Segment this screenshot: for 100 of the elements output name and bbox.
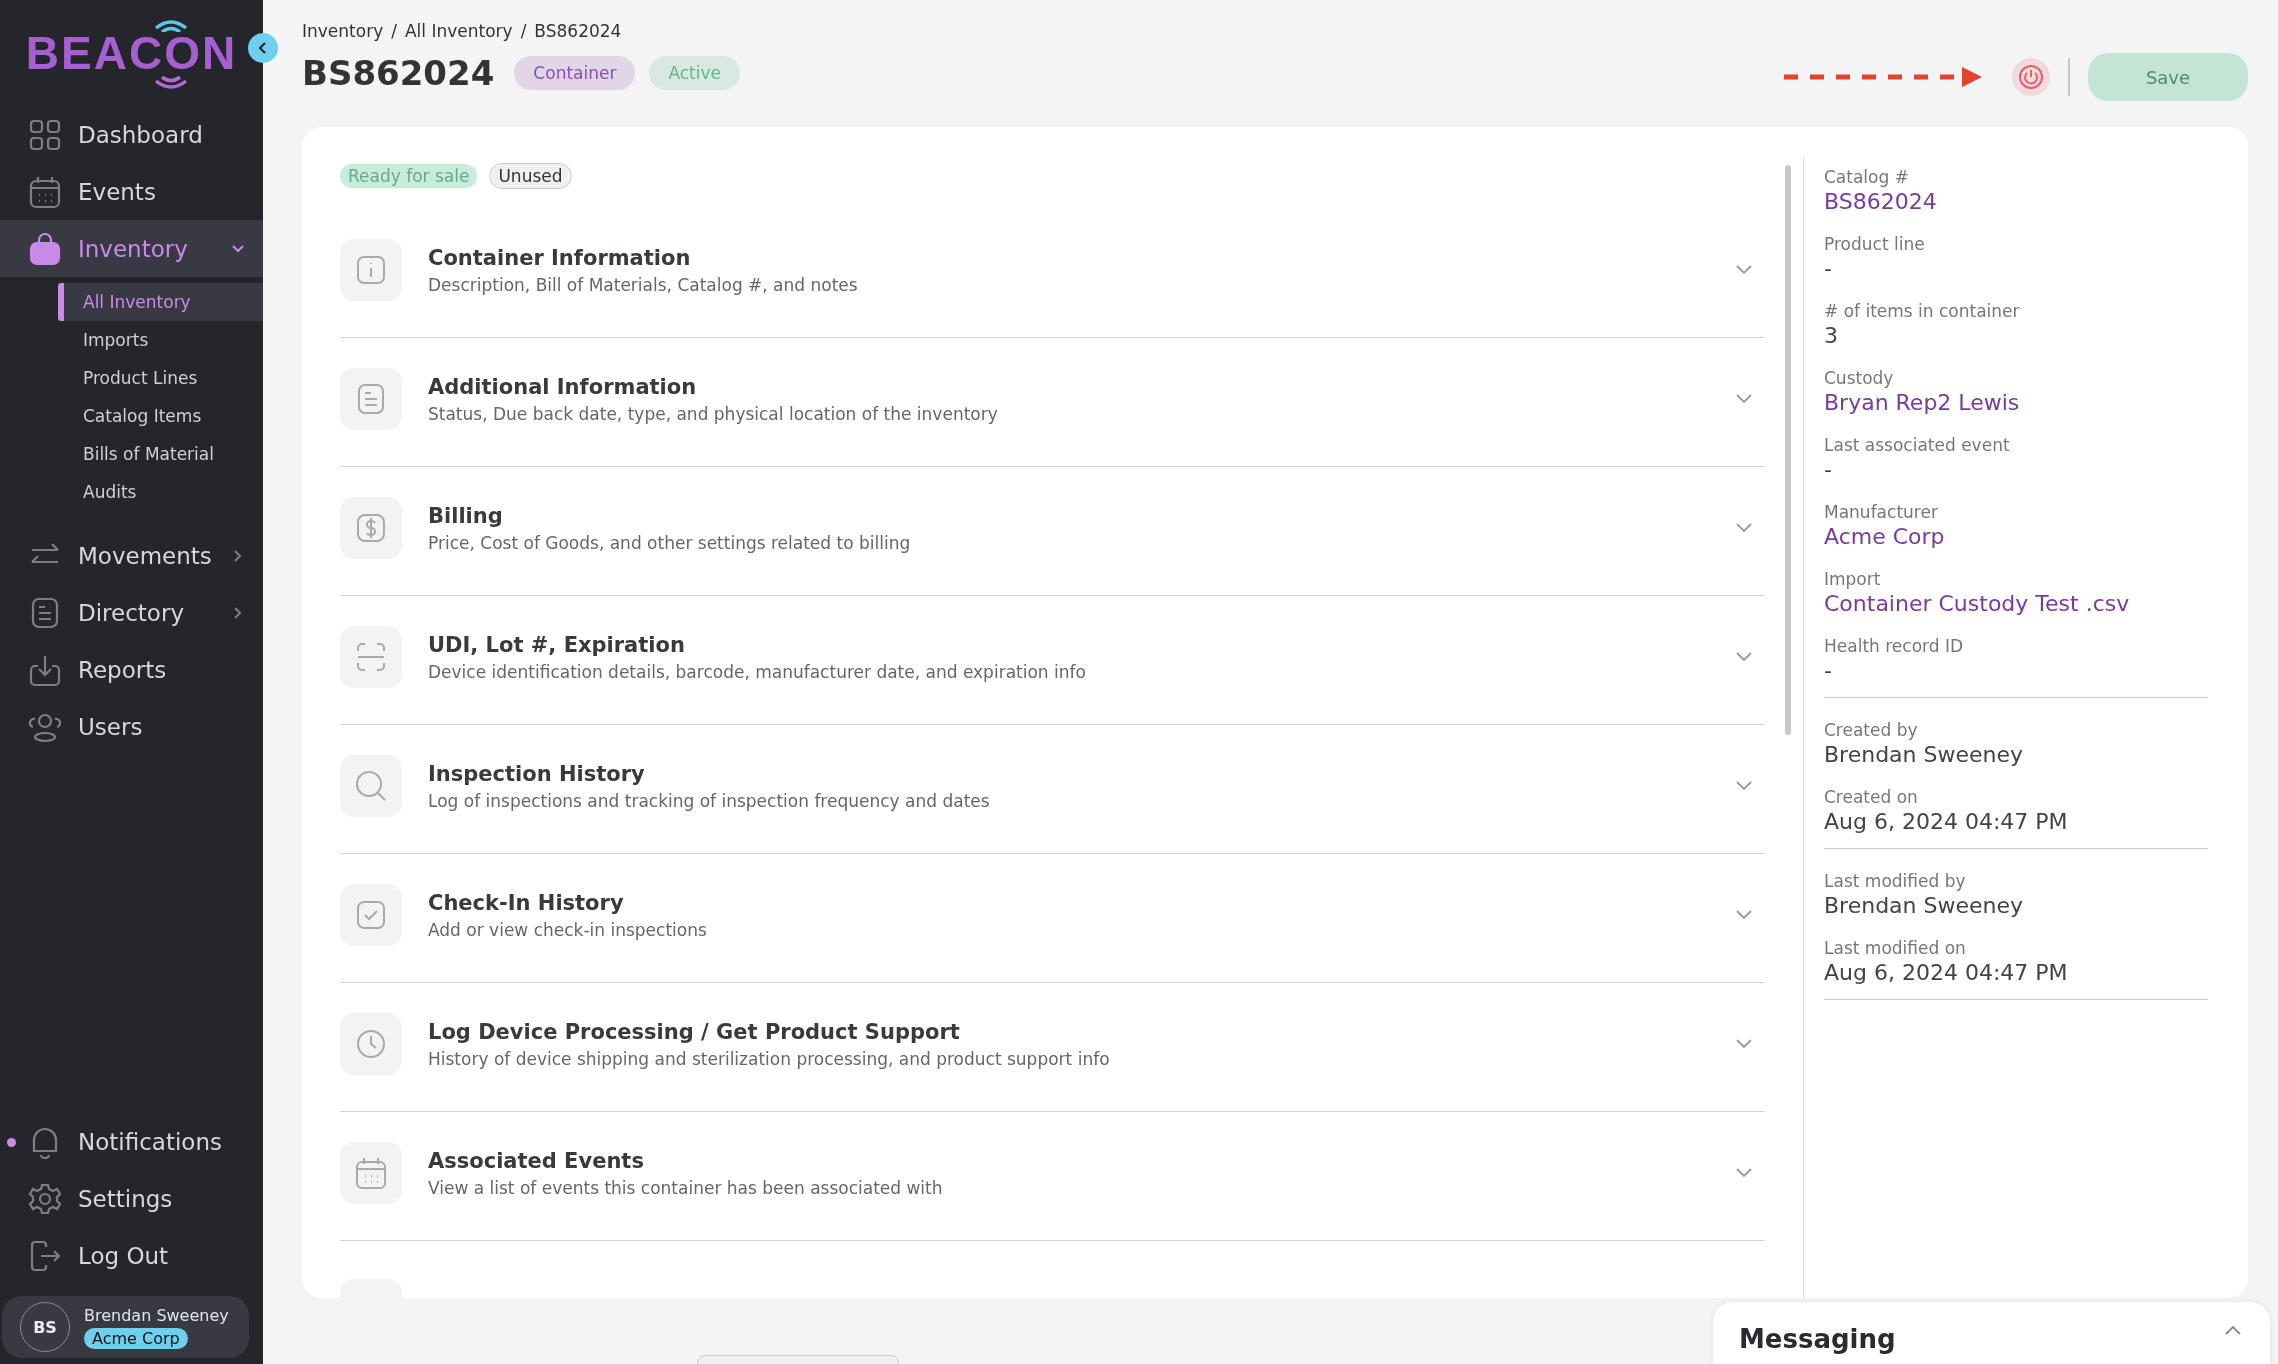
accordion-section[interactable]: Log Device Processing / Get Product Support History of device shipping and sterilization processing, and product support info bbox=[340, 983, 1765, 1112]
search-icon bbox=[340, 755, 402, 817]
field-label: Health record ID bbox=[1824, 636, 1964, 656]
field-link[interactable]: Container Custody Test .csv bbox=[1824, 591, 2130, 616]
field-value: 3 bbox=[1824, 323, 1838, 348]
sidebar-nav-item[interactable]: Inventory bbox=[0, 220, 263, 277]
messaging-panel[interactable]: Messaging bbox=[1713, 1302, 2270, 1364]
chevron-icon bbox=[1735, 651, 1753, 663]
breadcrumb-separator: / bbox=[520, 21, 527, 41]
type-badge: Container bbox=[514, 56, 636, 90]
sidebar-nav-item[interactable]: Notifications bbox=[0, 1113, 263, 1170]
breadcrumb-separator: / bbox=[391, 21, 397, 41]
chevron-icon bbox=[1735, 1167, 1753, 1179]
field-label: # of items in container bbox=[1824, 301, 2020, 321]
grid-icon bbox=[28, 117, 62, 152]
calendar-icon bbox=[28, 174, 62, 209]
chevron-icon bbox=[2224, 1324, 2242, 1336]
section-description: Log of inspections and tracking of inspection frequency and dates bbox=[428, 790, 990, 811]
field-value: Brendan Sweeney bbox=[1824, 742, 2024, 767]
sidebar-sub-item[interactable]: All Inventory bbox=[58, 283, 263, 321]
field-label: Product line bbox=[1824, 234, 1925, 254]
breadcrumb-link[interactable]: BS862024 bbox=[534, 21, 622, 41]
section-title: Billing bbox=[428, 503, 503, 528]
section-title: Log Device Processing / Get Product Support bbox=[428, 1019, 960, 1044]
section-description: Add or view check-in inspections bbox=[428, 919, 707, 940]
sidebar-nav-item[interactable]: Log Out bbox=[0, 1227, 263, 1284]
field-label: Last modified on bbox=[1824, 938, 1966, 958]
scan-icon bbox=[340, 626, 402, 688]
status-tag: Unused bbox=[489, 163, 572, 189]
field-label: Custody bbox=[1824, 368, 1894, 388]
field-label: Created on bbox=[1824, 787, 1918, 807]
user-name: Brendan Sweeney bbox=[84, 1305, 229, 1325]
logout-icon bbox=[28, 1238, 62, 1273]
status-tag: Ready for sale bbox=[340, 164, 478, 188]
field-value: - bbox=[1824, 457, 1832, 482]
chevron-icon bbox=[1735, 909, 1753, 921]
power-button[interactable] bbox=[2012, 58, 2050, 96]
section-description: View a list of events this container has been associated with bbox=[428, 1177, 943, 1198]
section-title: Check-In History bbox=[428, 890, 624, 915]
bag-icon bbox=[28, 231, 62, 266]
scrollbar[interactable] bbox=[1785, 165, 1791, 735]
section-description: History of device shipping and sterilization processing, and product support info bbox=[428, 1048, 1110, 1069]
field-link[interactable]: BS862024 bbox=[1824, 189, 1937, 214]
accordion-section[interactable]: Additional Information Status, Due back date, type, and physical location of the inventory bbox=[340, 338, 1765, 467]
chevron-icon bbox=[1735, 1038, 1753, 1050]
document-icon bbox=[340, 368, 402, 430]
breadcrumb-link[interactable]: Inventory bbox=[302, 21, 384, 41]
chevron-icon bbox=[1735, 393, 1753, 405]
organization-badge: Acme Corp bbox=[84, 1327, 188, 1349]
accordion-section[interactable]: Inspection History Log of inspections and tracking of inspection frequency and dates bbox=[340, 725, 1765, 854]
field-value: - bbox=[1824, 256, 1832, 281]
accordion-section[interactable]: UDI, Lot #, Expiration Device identification details, barcode, manufacturer date, and expiration info bbox=[340, 596, 1765, 725]
sidebar-nav-item[interactable]: Movements bbox=[0, 527, 263, 584]
checkbox-icon bbox=[340, 884, 402, 946]
field-link[interactable]: Acme Corp bbox=[1824, 524, 1945, 549]
user-card[interactable]: BS Brendan Sweeney Acme Corp bbox=[2, 1296, 249, 1358]
section-title: Inspection History bbox=[428, 761, 645, 786]
section-description: Device identification details, barcode, manufacturer date, and expiration info bbox=[428, 661, 1086, 682]
field-label: Last associated event bbox=[1824, 435, 2010, 455]
field-label: Last modified by bbox=[1824, 871, 1966, 891]
section-title: Container Information bbox=[428, 245, 691, 270]
sidebar-nav-item[interactable]: Reports bbox=[0, 641, 263, 698]
calendar-icon bbox=[340, 1142, 402, 1204]
sidebar-nav-item[interactable]: Settings bbox=[0, 1170, 263, 1227]
sidebar-sub-item[interactable]: Product Lines bbox=[58, 359, 263, 397]
breadcrumb-link[interactable]: All Inventory bbox=[404, 21, 513, 41]
sidebar-sub-item[interactable]: Catalog Items bbox=[58, 397, 263, 435]
section-description: Price, Cost of Goods, and other settings related to billing bbox=[428, 532, 911, 553]
logo-wordmark: BEACON bbox=[25, 30, 238, 76]
chevron-icon bbox=[1735, 522, 1753, 534]
type-badge: Active bbox=[649, 56, 741, 90]
accordion-section[interactable]: Container Information Description, Bill of Materials, Catalog #, and notes bbox=[340, 209, 1765, 338]
section-title: Associated Events bbox=[428, 1148, 644, 1173]
section-description: Status, Due back date, type, and physical location of the inventory bbox=[428, 403, 998, 424]
sidebar-nav-item[interactable]: Directory bbox=[0, 584, 263, 641]
field-value: Aug 6, 2024 04:47 PM bbox=[1824, 960, 2068, 985]
sidebar-nav-item[interactable]: Dashboard bbox=[0, 106, 263, 163]
sidebar-nav-item[interactable]: Users bbox=[0, 698, 263, 755]
field-label: Manufacturer bbox=[1824, 502, 1938, 522]
section-title: UDI, Lot #, Expiration bbox=[428, 632, 685, 657]
info-icon bbox=[340, 239, 402, 301]
accordion-section[interactable]: Associated Events View a list of events this container has been associated with bbox=[340, 1112, 1765, 1241]
messaging-title: Messaging bbox=[1739, 1324, 1896, 1354]
sidebar-sub-item[interactable]: Imports bbox=[58, 321, 263, 359]
sidebar-sub-item[interactable]: Audits bbox=[58, 473, 263, 511]
field-value: Brendan Sweeney bbox=[1824, 893, 2024, 918]
field-label: Import bbox=[1824, 569, 1881, 589]
chevron-icon bbox=[1735, 780, 1753, 792]
sidebar-sub-item[interactable]: Bills of Material bbox=[58, 435, 263, 473]
sidebar-nav-item[interactable]: Events bbox=[0, 163, 263, 220]
field-link[interactable]: Bryan Rep2 Lewis bbox=[1824, 390, 2020, 415]
chevron-icon bbox=[1735, 264, 1753, 276]
field-label: Catalog # bbox=[1824, 167, 1909, 187]
collapse-sidebar-button[interactable] bbox=[248, 33, 278, 63]
accordion-section[interactable]: Check-In History Add or view check-in inspections bbox=[340, 854, 1765, 983]
section-description: Description, Bill of Materials, Catalog #, and notes bbox=[428, 274, 858, 295]
clock-icon bbox=[340, 1013, 402, 1075]
page-title: BS862024 bbox=[302, 53, 495, 93]
field-value: Aug 6, 2024 04:47 PM bbox=[1824, 809, 2068, 834]
accordion-section[interactable]: Billing Price, Cost of Goods, and other settings related to billing bbox=[340, 467, 1765, 596]
